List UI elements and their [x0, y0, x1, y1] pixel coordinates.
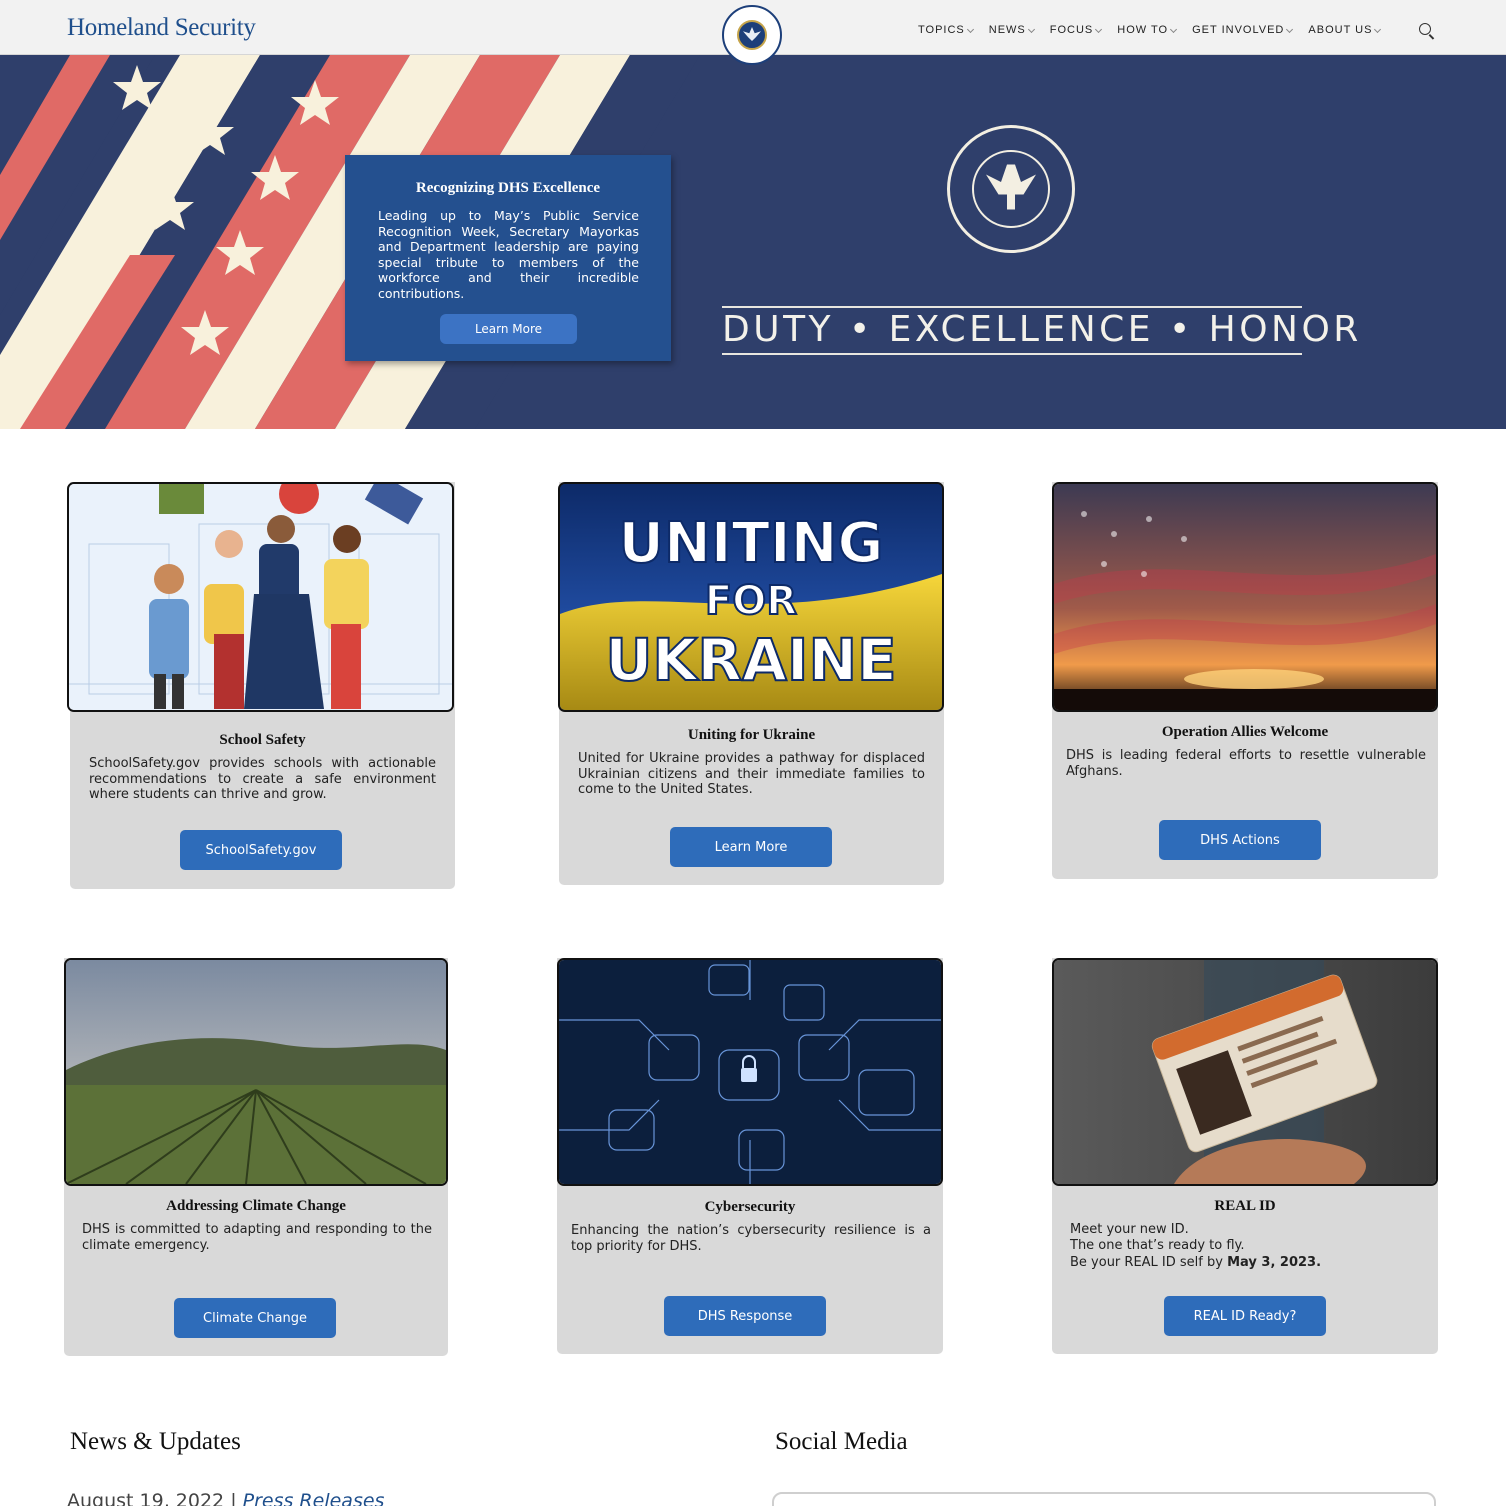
nav-how-to[interactable]: HOW TO: [1117, 24, 1178, 36]
card-real-id: REAL ID Meet your new ID. The one that’s…: [1052, 958, 1438, 1354]
nav-topics[interactable]: TOPICS: [918, 24, 974, 36]
press-releases-link[interactable]: Press Releases: [243, 1490, 385, 1506]
real-id-image: [1052, 958, 1438, 1186]
real-id-line-3: Be your REAL ID self by: [1070, 1255, 1223, 1271]
main-nav: TOPICS NEWS FOCUS HOW TO GET INVOLVED AB…: [918, 24, 1396, 36]
real-id-date: May 3, 2023.: [1227, 1255, 1322, 1271]
cyber-circuit-image: [557, 958, 943, 1186]
card-body: Meet your new ID. The one that’s ready t…: [1070, 1222, 1420, 1272]
motto-divider-top: [722, 306, 1302, 308]
card-title: REAL ID: [1214, 1198, 1276, 1214]
card-body: DHS is committed to adapting and respond…: [82, 1222, 432, 1253]
social-section-title: Social Media: [775, 1428, 908, 1455]
card-cybersecurity: Cybersecurity Enhancing the nation’s cyb…: [557, 958, 943, 1354]
hero-feature-box: Recognizing DHS Excellence Leading up to…: [345, 155, 671, 361]
hero-banner: Recognizing DHS Excellence Leading up to…: [0, 55, 1506, 429]
card-body: SchoolSafety.gov provides schools with a…: [89, 756, 436, 803]
card-climate-change: Addressing Climate Change DHS is committ…: [64, 958, 448, 1356]
dhs-actions-button[interactable]: DHS Actions: [1159, 820, 1321, 860]
search-icon[interactable]: [1418, 22, 1436, 40]
nav-label: TOPICS: [918, 24, 965, 36]
hero-motto: DUTY • EXCELLENCE • HONOR: [722, 309, 1362, 350]
ukraine-learn-more-button[interactable]: Learn More: [670, 827, 832, 867]
chevron-down-icon: [1027, 25, 1035, 33]
chevron-down-icon: [1286, 25, 1294, 33]
card-title: Cybersecurity: [704, 1199, 796, 1215]
nav-get-involved[interactable]: GET INVOLVED: [1192, 24, 1294, 36]
card-title: Addressing Climate Change: [166, 1198, 346, 1214]
schoolsafety-button[interactable]: SchoolSafety.gov: [180, 830, 342, 870]
nav-label: ABOUT US: [1308, 24, 1373, 36]
chevron-down-icon: [1095, 25, 1103, 33]
news-date: August 19, 2022: [67, 1490, 225, 1506]
climate-change-button[interactable]: Climate Change: [174, 1298, 336, 1338]
chevron-down-icon: [1170, 25, 1178, 33]
real-id-ready-button[interactable]: REAL ID Ready?: [1164, 1296, 1326, 1336]
card-body: United for Ukraine provides a pathway fo…: [578, 751, 925, 798]
nav-about-us[interactable]: ABOUT US: [1308, 24, 1382, 36]
learn-more-button[interactable]: Learn More: [440, 314, 577, 344]
card-title: Uniting for Ukraine: [687, 727, 816, 743]
nav-focus[interactable]: FOCUS: [1049, 24, 1103, 36]
nav-label: HOW TO: [1117, 24, 1169, 36]
real-id-line-1: Meet your new ID.: [1070, 1222, 1189, 1237]
nav-label: NEWS: [988, 24, 1026, 36]
news-separator: |: [230, 1490, 237, 1506]
hero-body: Leading up to May’s Public Service Recog…: [378, 208, 639, 301]
nav-label: FOCUS: [1049, 24, 1094, 36]
news-item-meta: August 19, 2022 | Press Releases: [67, 1490, 384, 1506]
card-body: Enhancing the nation’s cybersecurity res…: [571, 1223, 931, 1254]
real-id-line-2: The one that’s ready to fly.: [1070, 1237, 1245, 1253]
card-uniting-for-ukraine: UNITING FOR UKRAINE Uniting for Ukraine …: [558, 482, 944, 885]
chevron-down-icon: [966, 25, 974, 33]
hero-title: Recognizing DHS Excellence: [415, 180, 601, 196]
ukraine-ukraine-text: UKRAINE: [605, 626, 896, 694]
ukraine-flag-image: UNITING FOR UKRAINE: [558, 482, 944, 712]
ukraine-uniting-text: UNITING: [618, 511, 883, 576]
dhs-response-button[interactable]: DHS Response: [664, 1296, 826, 1336]
news-section-title: News & Updates: [70, 1428, 241, 1455]
farm-field-image: [64, 958, 448, 1186]
card-body: DHS is leading federal efforts to resett…: [1066, 748, 1426, 779]
school-safety-illustration: [67, 482, 454, 712]
dhs-seal-icon: [947, 125, 1075, 253]
card-title: School Safety: [219, 732, 306, 748]
card-school-safety: School Safety SchoolSafety.gov provides …: [67, 482, 455, 889]
nav-label: GET INVOLVED: [1192, 24, 1285, 36]
dhs-seal-icon[interactable]: [722, 5, 782, 65]
card-title: Operation Allies Welcome: [1161, 724, 1329, 740]
site-logo[interactable]: Homeland Security: [67, 14, 256, 42]
ukraine-for-text: FOR: [705, 578, 797, 624]
nav-news[interactable]: NEWS: [988, 24, 1035, 36]
card-operation-allies-welcome: Operation Allies Welcome DHS is leading …: [1052, 482, 1438, 879]
motto-divider-bottom: [722, 353, 1302, 355]
social-media-feed: [772, 1492, 1436, 1506]
flag-sunset-image: [1052, 482, 1438, 712]
chevron-down-icon: [1374, 25, 1382, 33]
